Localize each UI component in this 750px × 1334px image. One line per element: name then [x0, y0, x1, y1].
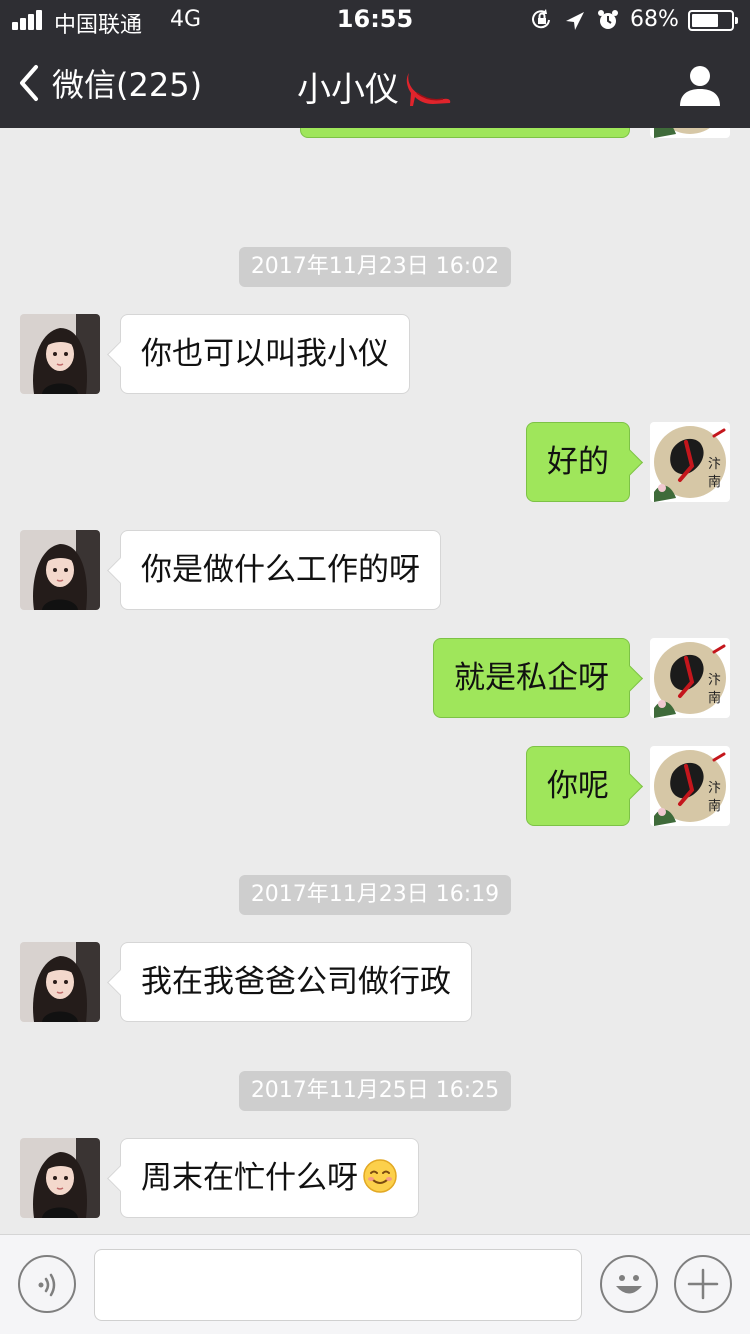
- message-text: 好的: [547, 444, 609, 480]
- my-avatar[interactable]: [650, 746, 730, 826]
- message-bubble[interactable]: 就是私企呀: [433, 638, 630, 718]
- battery-icon: [688, 10, 738, 31]
- message-row-outgoing: 叫我 可以: [0, 128, 750, 198]
- message-text: 你呢: [547, 768, 609, 804]
- message-row-incoming: 你也可以叫我小仪: [0, 314, 750, 394]
- more-button[interactable]: [674, 1255, 732, 1313]
- message-row-outgoing: 好的: [0, 422, 750, 502]
- message-text: 就是私企呀: [454, 660, 609, 696]
- message-bubble[interactable]: 周末在忙什么呀: [120, 1138, 419, 1218]
- message-row-incoming: 周末在忙什么呀: [0, 1138, 750, 1218]
- contact-avatar[interactable]: [20, 1138, 100, 1218]
- message-bubble[interactable]: 叫我 可以: [300, 128, 630, 138]
- timestamp: 2017年11月23日 16:19: [0, 875, 750, 915]
- voice-icon: [38, 1273, 56, 1297]
- message-bubble[interactable]: 你是做什么工作的呀: [120, 530, 441, 610]
- status-bar: 中国联通 4G 16:55 68%: [0, 0, 750, 40]
- contact-name: 小小仪: [297, 70, 399, 110]
- my-avatar[interactable]: [650, 638, 730, 718]
- person-icon: [680, 66, 720, 106]
- message-bubble[interactable]: 你也可以叫我小仪: [120, 314, 410, 394]
- message-bubble[interactable]: 好的: [526, 422, 630, 502]
- location-icon: [566, 12, 584, 30]
- plus-icon: [687, 1268, 719, 1300]
- top-bar: 中国联通 4G 16:55 68% 微信(225) 小小仪: [0, 0, 750, 128]
- rotation-lock-icon: [532, 9, 550, 29]
- contact-avatar[interactable]: [20, 530, 100, 610]
- input-bar: [0, 1234, 750, 1334]
- battery-percent: 68%: [630, 7, 679, 32]
- message-row-incoming: 我在我爸爸公司做行政: [0, 942, 750, 1022]
- smiling-face-icon: [363, 1159, 397, 1193]
- message-row-outgoing: 你呢: [0, 746, 750, 826]
- voice-button[interactable]: [18, 1255, 76, 1313]
- high-heel-icon: [406, 73, 451, 106]
- navigation-bar: 微信(225) 小小仪: [0, 40, 750, 128]
- status-icons: [532, 9, 618, 30]
- message-row-incoming: 你是做什么工作的呀: [0, 530, 750, 610]
- emoji-icon: [616, 1275, 642, 1294]
- my-avatar[interactable]: [650, 128, 730, 138]
- message-row-outgoing: 就是私企呀: [0, 638, 750, 718]
- timestamp: 2017年11月23日 16:02: [0, 247, 750, 287]
- chat-title: 小小仪: [0, 62, 750, 111]
- timestamp: 2017年11月25日 16:25: [0, 1071, 750, 1111]
- message-list[interactable]: 叫我 可以 2017年11月23日 16:02: [0, 128, 750, 1234]
- message-bubble[interactable]: 你呢: [526, 746, 630, 826]
- message-bubble[interactable]: 我在我爸爸公司做行政: [120, 942, 472, 1022]
- alarm-icon: [598, 10, 618, 29]
- my-avatar[interactable]: [650, 422, 730, 502]
- profile-button[interactable]: [676, 64, 724, 108]
- contact-avatar[interactable]: [20, 942, 100, 1022]
- message-input[interactable]: [94, 1249, 582, 1321]
- emoji-button[interactable]: [600, 1255, 658, 1313]
- message-text: 我在我爸爸公司做行政: [141, 964, 451, 1000]
- message-text: 你是做什么工作的呀: [141, 552, 420, 588]
- message-text: 周末在忙什么呀: [141, 1160, 358, 1196]
- contact-avatar[interactable]: [20, 314, 100, 394]
- message-text: 你也可以叫我小仪: [141, 336, 389, 372]
